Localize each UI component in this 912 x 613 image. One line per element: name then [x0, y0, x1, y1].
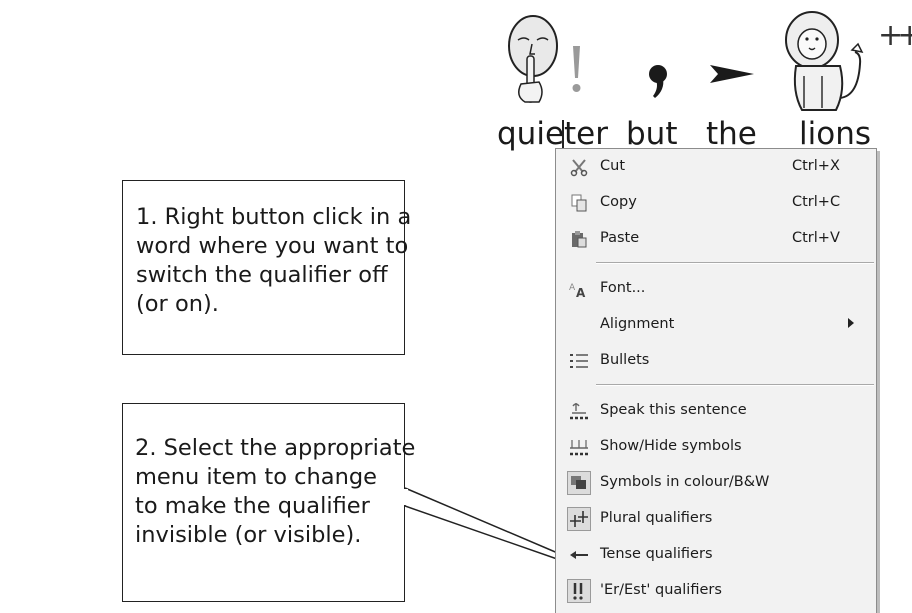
svg-text:A: A [576, 286, 586, 299]
font-icon: AA [568, 278, 590, 300]
instruction-callout-1: 1. Right button click in a word where yo… [122, 180, 412, 355]
exclamation-symbol [572, 46, 581, 92]
callout-line: 1. Right button click in a [136, 204, 412, 230]
menu-separator [596, 384, 874, 386]
menu-item-label: Paste [600, 230, 640, 246]
copy-icon [568, 192, 590, 214]
menu-item-label: Copy [600, 194, 637, 210]
bullets-icon [568, 350, 590, 372]
menu-item-tense-qualifiers[interactable]: Tense qualifiers [556, 539, 876, 571]
menu-item-label: Plural qualifiers [600, 510, 713, 526]
menu-item-label: Symbols in colour/B&W [600, 474, 770, 490]
menu-item-label: Speak this sentence [600, 402, 747, 418]
menu-item-er-est-qualifiers[interactable]: 'Er/Est' qualifiers [556, 575, 876, 607]
menu-item-shortcut: Ctrl+C [792, 194, 841, 210]
menu-item-paste[interactable]: Paste Ctrl+V [556, 223, 876, 255]
speaker-icon [568, 400, 590, 422]
submenu-arrow-icon [848, 318, 854, 328]
menu-item-symbols-colour[interactable]: Symbols in colour/B&W [556, 467, 876, 499]
tense-qualifier-icon [568, 544, 590, 566]
er-est-qualifier-icon [567, 579, 591, 603]
callout-line: word where you want to [136, 233, 409, 259]
pointer-arrow-symbol [710, 65, 754, 83]
menu-item-speak-sentence[interactable]: Speak this sentence [556, 395, 876, 427]
callout-line: 2. Select the appropriate [135, 435, 416, 461]
callout-line: invisible (or visible). [135, 522, 362, 548]
menu-item-font[interactable]: AA Font... [556, 273, 876, 305]
menu-item-label: Cut [600, 158, 625, 174]
menu-item-plural-qualifiers[interactable]: Plural qualifiers [556, 503, 876, 535]
instruction-callout-2: 2. Select the appropriate menu item to c… [122, 403, 416, 602]
context-menu: Cut Ctrl+X Copy Ctrl+C Paste Ctrl+V AA F… [555, 148, 877, 613]
menu-item-label: Bullets [600, 352, 650, 368]
menu-item-label: 'Er/Est' qualifiers [600, 582, 722, 598]
callout-line: switch the qualifier off [136, 262, 388, 288]
paste-icon [568, 228, 590, 250]
lion-symbol [785, 11, 864, 111]
menu-separator [596, 262, 874, 264]
word-the[interactable]: the [706, 116, 757, 152]
plural-qualifier-icon [567, 507, 591, 531]
word-lions[interactable]: lions [799, 116, 871, 152]
menu-item-copy[interactable]: Copy Ctrl+C [556, 187, 876, 219]
face-shush-symbol [508, 15, 558, 103]
colour-icon [567, 471, 591, 495]
callout-line: menu item to change [135, 464, 377, 490]
scissors-icon [568, 156, 590, 178]
menu-item-shortcut: Ctrl+V [792, 230, 840, 246]
menu-item-shortcut: Ctrl+X [792, 158, 840, 174]
menu-item-alignment[interactable]: Alignment [556, 309, 876, 341]
menu-item-cut[interactable]: Cut Ctrl+X [556, 151, 876, 183]
svg-text:A: A [569, 283, 576, 293]
menu-item-label: Alignment [600, 316, 675, 332]
plural-qualifier-mark: ++ [878, 18, 912, 53]
menu-item-bullets[interactable]: Bullets [556, 345, 876, 377]
callout-pointer [400, 487, 561, 561]
menu-item-label: Font... [600, 280, 646, 296]
callout-line: (or on). [136, 291, 219, 317]
word-quieter[interactable]: quieter [497, 116, 608, 152]
callout-line: to make the qualifier [135, 493, 370, 519]
comma-symbol [649, 65, 667, 98]
word-but[interactable]: but [626, 116, 677, 152]
symbols-toggle-icon [568, 436, 590, 458]
menu-item-label: Show/Hide symbols [600, 438, 742, 454]
menu-item-show-hide-symbols[interactable]: Show/Hide symbols [556, 431, 876, 463]
menu-item-label: Tense qualifiers [600, 546, 713, 562]
